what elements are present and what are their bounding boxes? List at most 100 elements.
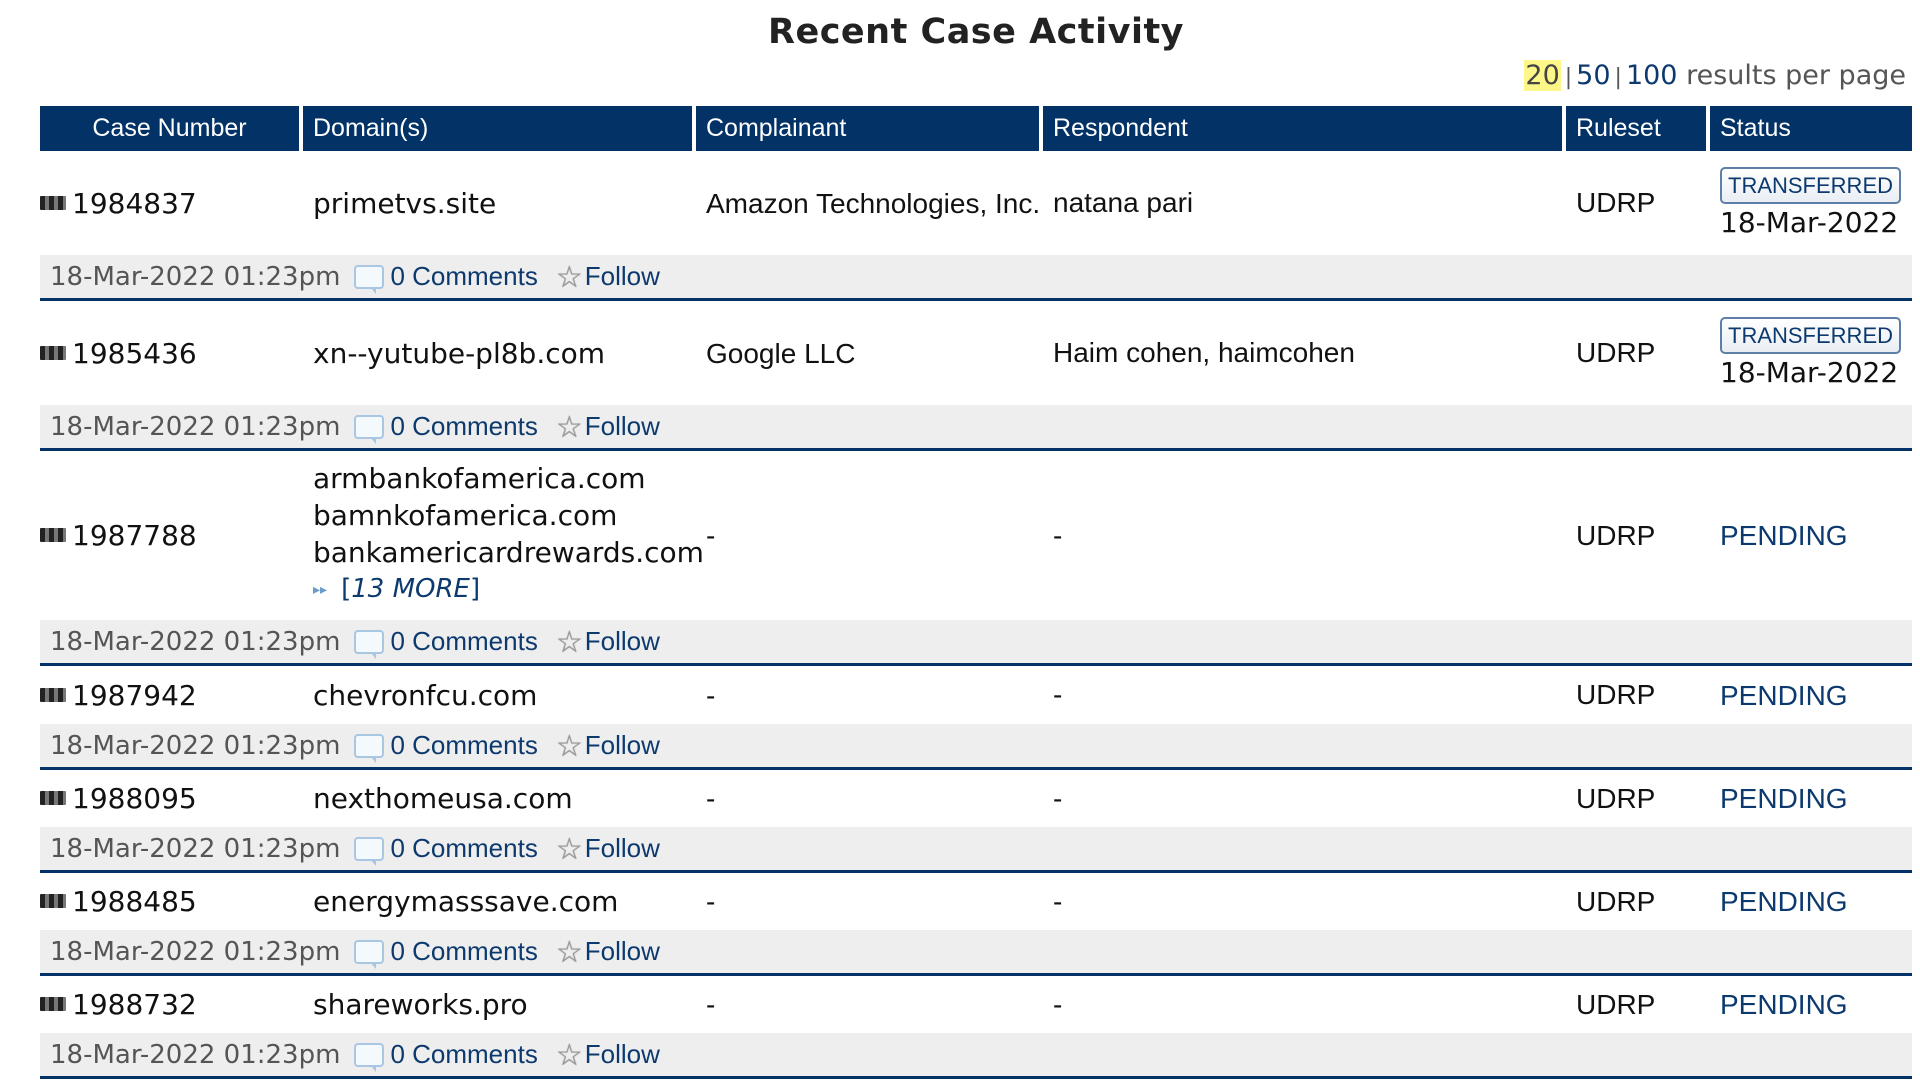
case-number-link[interactable]: 1988485 (72, 885, 197, 918)
case-number-link[interactable]: 1984837 (72, 187, 197, 220)
table-row-meta: 18-Mar-2022 01:23pm 0 Comments ☆ Follow (40, 724, 1912, 770)
comment-icon (354, 264, 385, 294)
respondent-cell: - (1043, 666, 1566, 724)
domain-link[interactable]: primetvs.site (313, 185, 696, 222)
case-number-link[interactable]: 1988095 (72, 782, 197, 815)
comments-link[interactable]: 0 Comments (390, 1039, 537, 1070)
status-label[interactable]: PENDING (1720, 783, 1848, 814)
status-label[interactable]: PENDING (1720, 520, 1848, 551)
per-page-separator: | (1614, 65, 1622, 90)
comments-link[interactable]: 0 Comments (390, 411, 537, 442)
status-cell: PENDING (1710, 873, 1912, 930)
complainant-cell: - (696, 873, 1043, 930)
case-type-icon (40, 791, 66, 805)
domain-link[interactable]: shareworks.pro (313, 986, 696, 1023)
more-domains-label: 13 MORE (351, 573, 470, 604)
follow-link[interactable]: Follow (585, 833, 660, 864)
column-header-respondent[interactable]: Respondent (1043, 106, 1566, 151)
table-row: 1985436 xn--yutube-pl8b.com Google LLC Haim… (40, 301, 1912, 405)
status-date: 18-Mar-2022 (1720, 206, 1899, 239)
domain-link[interactable]: energymasssave.com (313, 883, 696, 920)
comment-icon (354, 836, 385, 866)
case-number-link[interactable]: 1987788 (72, 519, 197, 552)
status-badge[interactable]: TRANSFERRED (1720, 317, 1902, 354)
row-meta-cell: 18-Mar-2022 01:23pm 0 Comments ☆ Follow (40, 724, 1912, 770)
comments-link[interactable]: 0 Comments (390, 626, 537, 657)
respondent-cell: - (1043, 976, 1566, 1033)
respondent-cell: natana pari (1043, 151, 1566, 255)
column-header-domains[interactable]: Domain(s) (303, 106, 696, 151)
domain-link[interactable]: armbankofamerica.com (313, 460, 696, 497)
column-header-complainant[interactable]: Complainant (696, 106, 1043, 151)
case-number-cell: 1988732 (40, 976, 303, 1033)
status-label[interactable]: PENDING (1720, 886, 1848, 917)
follow-link[interactable]: Follow (585, 261, 660, 292)
double-chevron-right-icon: ▸▸ (313, 581, 328, 598)
table-row-meta: 18-Mar-2022 01:23pm 0 Comments ☆ Follow (40, 930, 1912, 976)
star-icon[interactable]: ☆ (556, 260, 583, 295)
star-icon[interactable]: ☆ (556, 935, 583, 970)
table-row: 1988095 nexthomeusa.com - - UDRP PENDING (40, 770, 1912, 827)
status-label[interactable]: PENDING (1720, 989, 1848, 1020)
ruleset-cell: UDRP (1566, 873, 1710, 930)
table-row-meta: 18-Mar-2022 01:23pm 0 Comments ☆ Follow (40, 255, 1912, 301)
table-row-meta: 18-Mar-2022 01:23pm 0 Comments ☆ Follow (40, 405, 1912, 451)
per-page-option-100[interactable]: 100 (1626, 60, 1678, 91)
column-header-case-number[interactable]: Case Number (40, 106, 303, 151)
comments-link[interactable]: 0 Comments (390, 936, 537, 967)
row-meta-cell: 18-Mar-2022 01:23pm 0 Comments ☆ Follow (40, 930, 1912, 976)
star-icon[interactable]: ☆ (556, 832, 583, 867)
row-meta-cell: 18-Mar-2022 01:23pm 0 Comments ☆ Follow (40, 1033, 1912, 1079)
follow-link[interactable]: Follow (585, 730, 660, 761)
column-header-ruleset[interactable]: Ruleset (1566, 106, 1710, 151)
domains-cell: primetvs.site (303, 151, 696, 255)
activity-timestamp: 18-Mar-2022 01:23pm (50, 833, 341, 864)
follow-link[interactable]: Follow (585, 1039, 660, 1070)
comment-icon (354, 414, 385, 444)
status-cell: PENDING (1710, 451, 1912, 620)
follow-link[interactable]: Follow (585, 411, 660, 442)
star-icon[interactable]: ☆ (556, 729, 583, 764)
status-date: 18-Mar-2022 (1720, 356, 1899, 389)
table-header-row: Case Number Domain(s) Complainant Respon… (40, 106, 1912, 151)
ruleset-cell: UDRP (1566, 666, 1710, 724)
case-number-link[interactable]: 1987942 (72, 679, 197, 712)
case-type-icon (40, 997, 66, 1011)
star-icon[interactable]: ☆ (556, 410, 583, 445)
domain-link[interactable]: chevronfcu.com (313, 677, 696, 714)
domain-link[interactable]: bamnkofamerica.com (313, 497, 696, 534)
activity-timestamp: 18-Mar-2022 01:23pm (50, 730, 341, 761)
domain-link[interactable]: nexthomeusa.com (313, 780, 696, 817)
comments-link[interactable]: 0 Comments (390, 261, 537, 292)
domains-cell: shareworks.pro (303, 976, 696, 1033)
case-number-cell: 1987942 (40, 666, 303, 724)
domain-link[interactable]: xn--yutube-pl8b.com (313, 335, 696, 372)
case-number-link[interactable]: 1988732 (72, 988, 197, 1021)
case-type-icon (40, 528, 66, 542)
table-row-meta: 18-Mar-2022 01:23pm 0 Comments ☆ Follow (40, 1033, 1912, 1079)
table-row-meta: 18-Mar-2022 01:23pm 0 Comments ☆ Follow (40, 827, 1912, 873)
status-label[interactable]: PENDING (1720, 680, 1848, 711)
row-meta-cell: 18-Mar-2022 01:23pm 0 Comments ☆ Follow (40, 620, 1912, 666)
case-activity-table: Case Number Domain(s) Complainant Respon… (40, 106, 1912, 1079)
status-badge[interactable]: TRANSFERRED (1720, 167, 1902, 204)
per-page-option-50[interactable]: 50 (1576, 60, 1610, 91)
case-number-link[interactable]: 1985436 (72, 337, 197, 370)
more-domains-link[interactable]: ▸▸ [13 MORE] (313, 571, 696, 612)
star-icon[interactable]: ☆ (556, 625, 583, 660)
domains-cell: armbankofamerica.com bamnkofamerica.com ba… (303, 451, 704, 620)
comments-link[interactable]: 0 Comments (390, 730, 537, 761)
follow-link[interactable]: Follow (585, 936, 660, 967)
respondent-cell: - (1043, 770, 1566, 827)
domain-link[interactable]: bankamericardrewards.com (313, 534, 704, 571)
per-page-separator: | (1564, 65, 1573, 90)
follow-link[interactable]: Follow (585, 626, 660, 657)
ruleset-cell: UDRP (1566, 301, 1710, 405)
comments-link[interactable]: 0 Comments (390, 833, 537, 864)
case-type-icon (40, 195, 66, 210)
activity-timestamp: 18-Mar-2022 01:23pm (50, 1039, 341, 1070)
table-row-meta: 18-Mar-2022 01:23pm 0 Comments ☆ Follow (40, 620, 1912, 666)
column-header-status[interactable]: Status (1710, 106, 1912, 151)
table-row: 1988485 energymasssave.com - - UDRP PENDING (40, 873, 1912, 930)
star-icon[interactable]: ☆ (556, 1038, 583, 1073)
